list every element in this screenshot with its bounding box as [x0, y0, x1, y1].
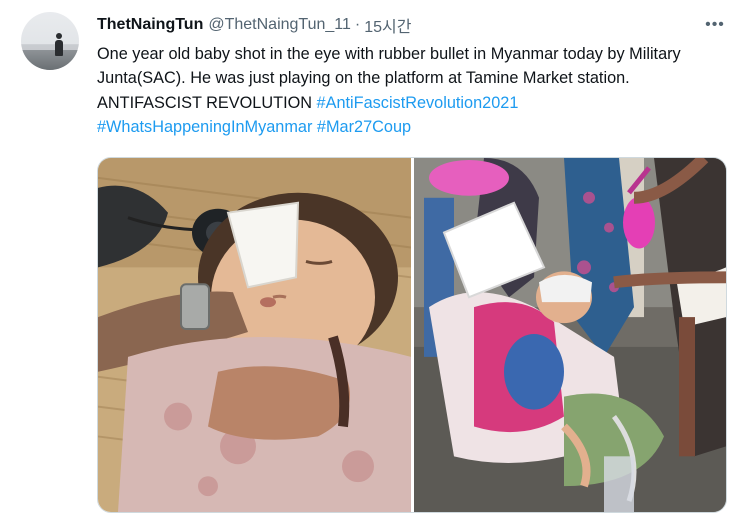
photo-injured-baby-image	[98, 158, 411, 512]
user-handle[interactable]: @ThetNaingTun_11	[208, 16, 351, 34]
separator-dot: ·	[354, 16, 361, 33]
timestamp[interactable]: 15시간	[364, 13, 411, 37]
hashtag-link[interactable]: #AntiFascistRevolution2021	[317, 94, 519, 112]
photo-injured-baby[interactable]	[98, 158, 411, 512]
avatar-landscape	[21, 50, 79, 70]
avatar[interactable]	[21, 12, 79, 70]
tweet-header: ThetNaingTun @ThetNaingTun_11 · 15시간	[97, 14, 411, 36]
hashtag-link[interactable]: #WhatsHappeningInMyanmar	[97, 118, 312, 136]
tweet: ThetNaingTun @ThetNaingTun_11 · 15시간 •••…	[0, 0, 748, 527]
photo-mother-with-baby-image	[414, 158, 726, 512]
hashtag-link[interactable]: #Mar27Coup	[317, 118, 411, 136]
avatar-figure	[55, 33, 63, 56]
media-grid	[97, 157, 727, 513]
display-name[interactable]: ThetNaingTun	[97, 16, 203, 34]
tweet-text: One year old baby shot in the eye with r…	[97, 42, 727, 139]
photo-mother-with-baby[interactable]	[414, 158, 726, 512]
more-horizontal-icon[interactable]: •••	[700, 12, 730, 38]
